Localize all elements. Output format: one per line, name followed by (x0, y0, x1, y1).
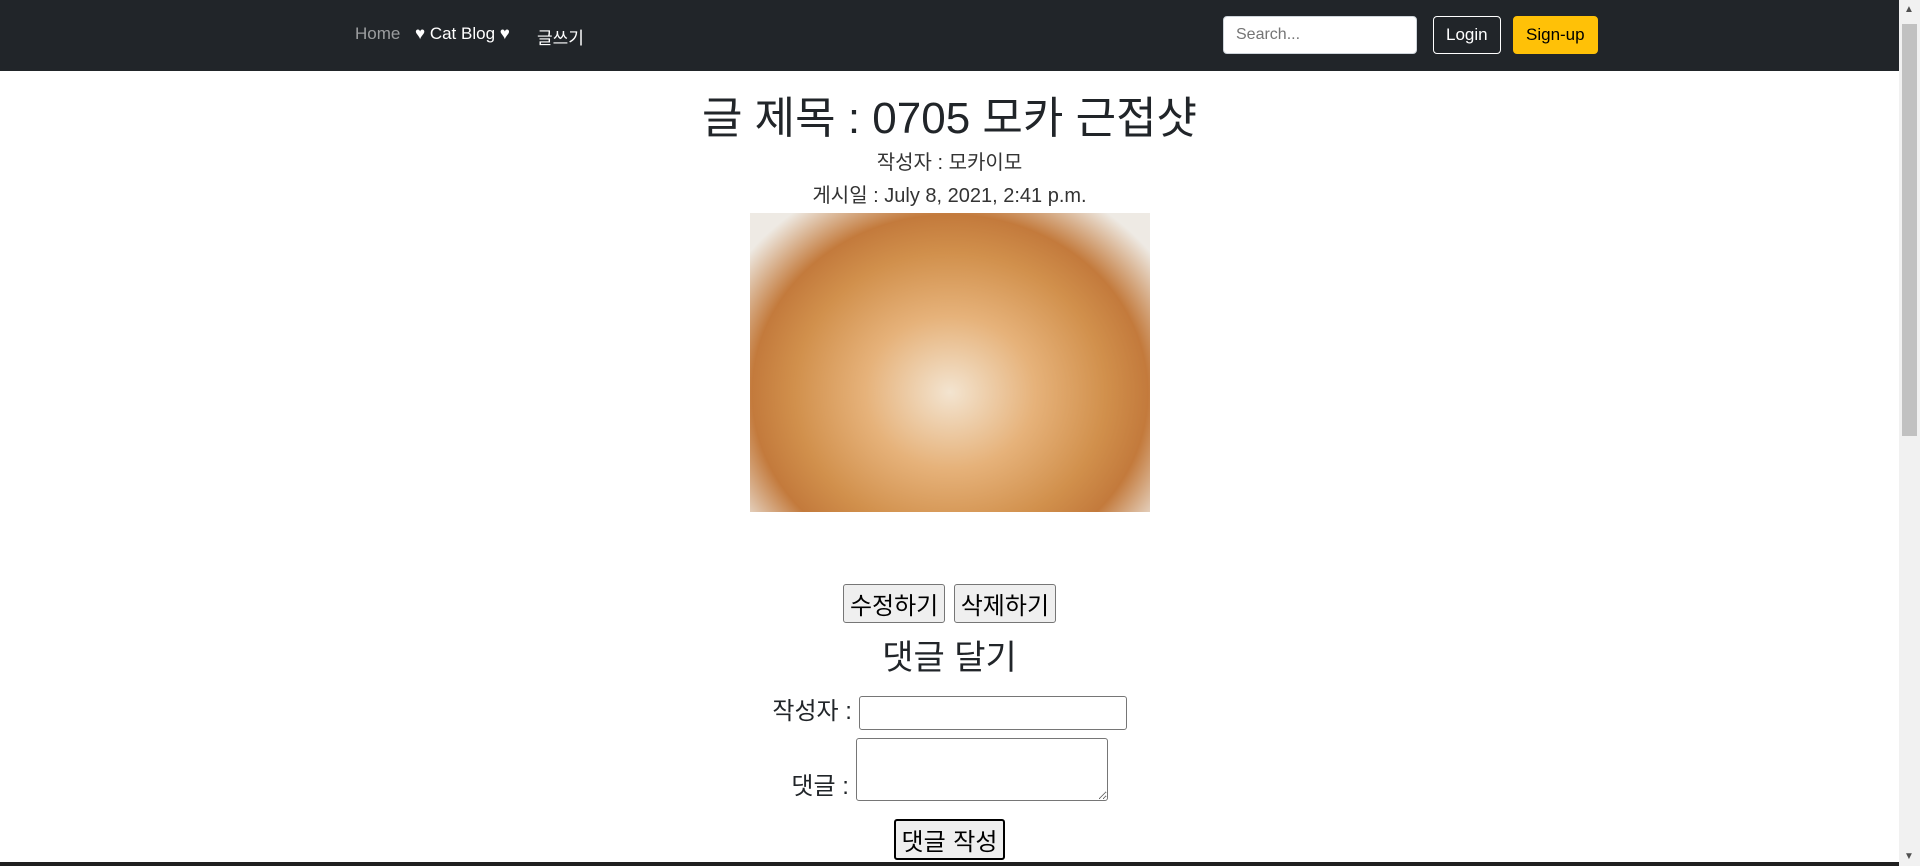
search-input[interactable] (1223, 16, 1417, 54)
nav-brand-link[interactable]: ♥ Cat Blog ♥ (415, 24, 510, 44)
comment-author-input[interactable] (858, 695, 1127, 730)
login-button[interactable]: Login (1433, 16, 1501, 54)
comment-body-textarea[interactable] (855, 737, 1108, 801)
post-image (749, 213, 1150, 512)
post-detail: 글 제목 : 0705 모카 근접샷 작성자 : 모카이모 게시일 : July… (0, 71, 1899, 860)
comment-submit-button[interactable]: 댓글 작성 (893, 818, 1006, 860)
nav-home-link[interactable]: Home (355, 24, 400, 44)
post-date: 게시일 : July 8, 2021, 2:41 p.m. (812, 185, 1087, 207)
nav-write-link[interactable]: 글쓰기 (537, 24, 584, 49)
scrollbar-thumb[interactable] (1902, 24, 1917, 436)
edit-button[interactable]: 수정하기 (842, 584, 946, 623)
post-title: 글 제목 : 0705 모카 근접샷 (701, 94, 1198, 143)
navbar: Home ♥ Cat Blog ♥ 글쓰기 Login Sign-up (0, 0, 1899, 71)
scroll-up-icon[interactable]: ▲ (1904, 4, 1914, 15)
scrollbar[interactable]: ▲ ▼ (1899, 0, 1920, 866)
scroll-down-icon[interactable]: ▼ (1904, 851, 1914, 862)
comment-body-label: 댓글 : (791, 772, 849, 800)
comment-heading: 댓글 달기 (882, 639, 1017, 677)
comment-author-label: 작성자 : (772, 698, 852, 725)
signup-button[interactable]: Sign-up (1513, 16, 1598, 54)
delete-button[interactable]: 삭제하기 (953, 584, 1057, 623)
bottom-edge (0, 862, 1899, 866)
post-author: 작성자 : 모카이모 (876, 152, 1023, 174)
